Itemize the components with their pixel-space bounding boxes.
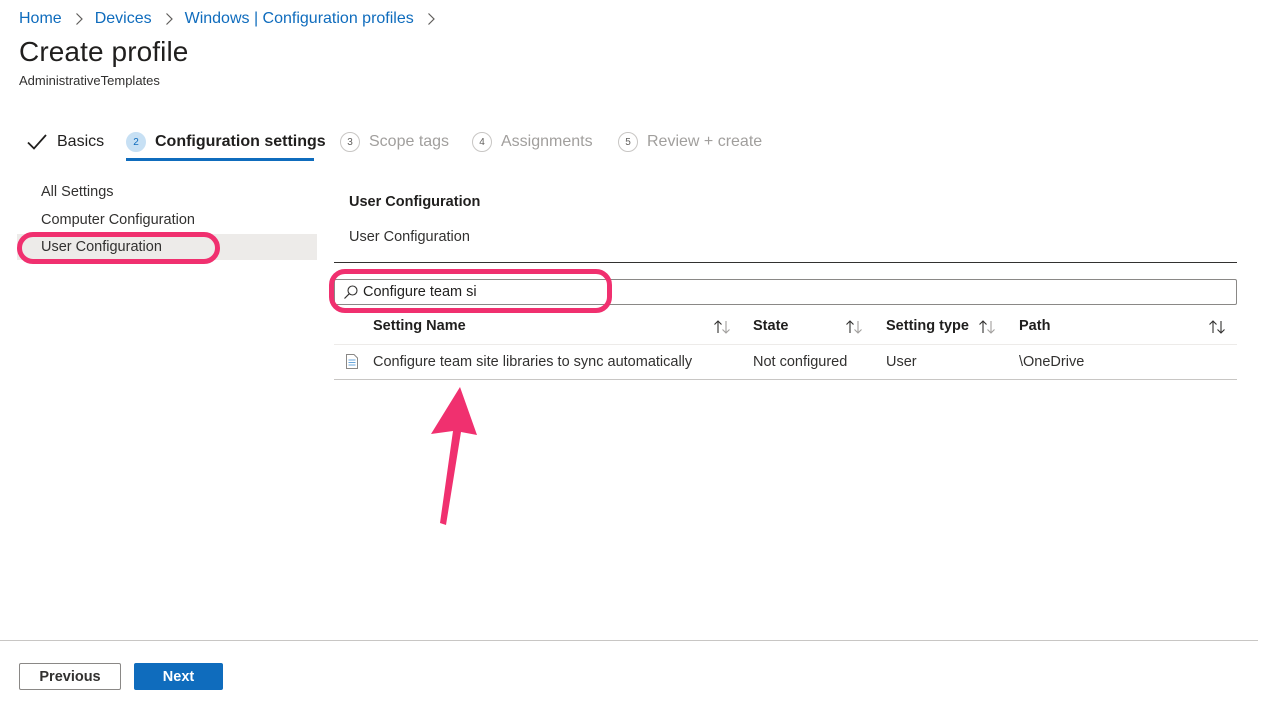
step-review-create[interactable]: 5 Review + create [618,124,762,160]
cell-setting-type: User [886,354,917,370]
chevron-right-icon [422,10,440,28]
search-input[interactable] [363,284,1223,300]
search-icon [343,284,359,300]
search-box[interactable] [334,279,1237,305]
sort-icon[interactable] [712,318,732,336]
cell-path: \OneDrive [1019,354,1085,370]
breadcrumb: Home Devices Windows | Configuration pro… [19,8,447,30]
section-divider [334,262,1237,263]
step-basics[interactable]: Basics [26,124,104,160]
column-header-setting-type[interactable]: Setting type [886,309,969,345]
step-assignments[interactable]: 4 Assignments [472,124,593,160]
column-header-state[interactable]: State [753,309,788,345]
column-header-setting-name[interactable]: Setting Name [373,309,466,345]
step-number-badge: 4 [472,132,492,152]
annotation-arrow-icon [425,385,485,530]
step-label: Configuration settings [155,133,326,150]
page-subtitle: AdministrativeTemplates [19,73,160,88]
step-number-badge: 2 [126,132,146,152]
sort-icon[interactable] [844,318,864,336]
nav-item-all-settings[interactable]: All Settings [17,179,317,205]
step-number-badge: 5 [618,132,638,152]
checkmark-icon [26,131,48,153]
sort-icon[interactable] [1207,318,1227,336]
table-header: Setting Name State Setting type Path [334,309,1237,345]
step-label: Review + create [647,133,763,150]
section-title: User Configuration [349,194,481,210]
footer-divider [0,640,1258,641]
active-step-underline [126,158,314,161]
sort-icon[interactable] [977,318,997,336]
breadcrumb-home[interactable]: Home [19,10,62,28]
step-label: Basics [57,133,105,150]
previous-button[interactable]: Previous [19,663,121,690]
step-label: Scope tags [369,133,450,150]
table-row[interactable]: Configure team site libraries to sync au… [334,345,1237,380]
page-title: Create profile [19,36,189,67]
cell-setting-name[interactable]: Configure team site libraries to sync au… [373,345,692,380]
nav-item-user-configuration[interactable]: User Configuration [17,234,317,260]
column-header-path[interactable]: Path [1019,309,1050,345]
step-label: Assignments [501,133,593,150]
document-icon [346,354,358,369]
chevron-right-icon [70,10,88,28]
nav-item-computer-configuration[interactable]: Computer Configuration [17,207,317,233]
section-subtitle: User Configuration [349,229,470,245]
step-configuration-settings[interactable]: 2 Configuration settings [126,124,326,160]
step-number-badge: 3 [340,132,360,152]
next-button[interactable]: Next [134,663,223,690]
breadcrumb-configuration-profiles[interactable]: Windows | Configuration profiles [185,10,414,28]
step-scope-tags[interactable]: 3 Scope tags [340,124,449,160]
cell-state: Not configured [753,354,848,370]
breadcrumb-devices[interactable]: Devices [95,10,152,28]
chevron-right-icon [160,10,178,28]
